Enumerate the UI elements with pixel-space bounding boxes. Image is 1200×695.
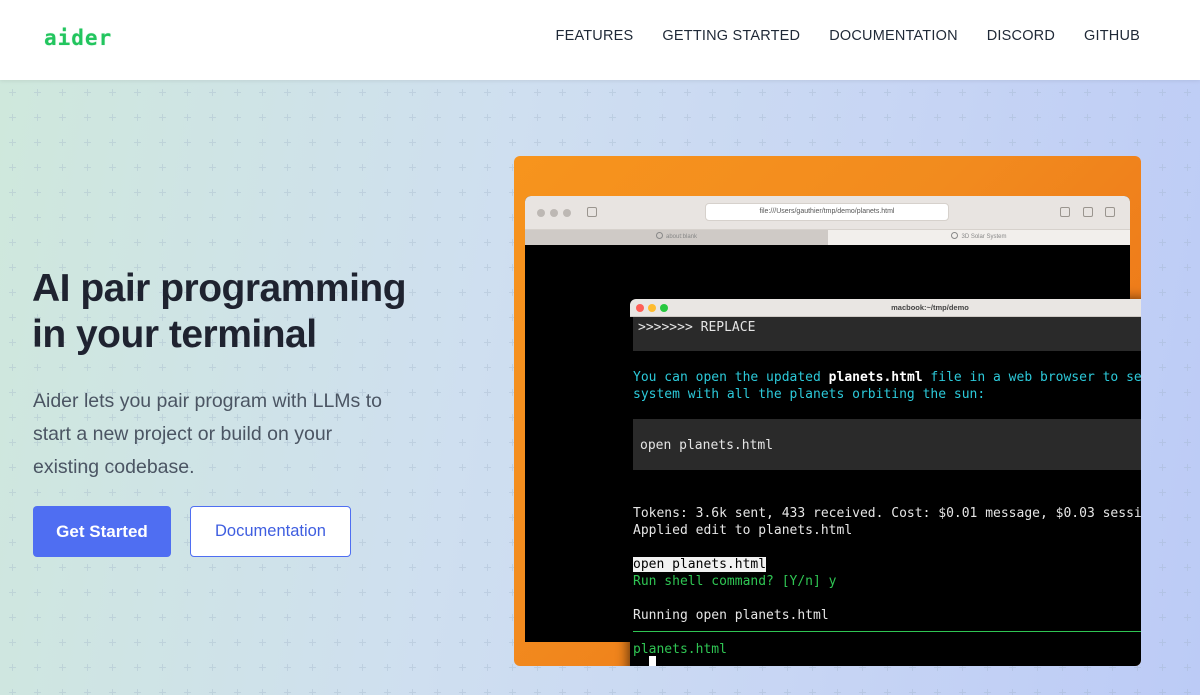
terminal-line: Run shell command? [Y/n] y bbox=[633, 574, 837, 589]
terminal-title: macbook:~/tmp/demo bbox=[891, 303, 969, 312]
divider bbox=[633, 631, 1141, 632]
demo-video-screenshot[interactable]: file:///Users/gauthier/tmp/demo/planets.… bbox=[514, 156, 1141, 666]
headline-line-2: in your terminal bbox=[32, 313, 317, 356]
hero-section: AI pair programming in your terminal Aid… bbox=[0, 80, 1200, 695]
top-navbar: aider FEATURES GETTING STARTED DOCUMENTA… bbox=[0, 0, 1200, 80]
terminal-window: macbook:~/tmp/demo >>>>>>> REPLACE You c… bbox=[630, 299, 1141, 666]
terminal-output: >>>>>>> REPLACE You can open the updated… bbox=[633, 317, 1141, 666]
headline-line-1: AI pair programming bbox=[32, 267, 407, 310]
terminal-line: >>>>>>> REPLACE bbox=[638, 320, 756, 335]
browser-tab-blank: about:blank bbox=[525, 230, 828, 245]
terminal-line: Running open planets.html bbox=[633, 608, 829, 623]
share-icon bbox=[1060, 207, 1070, 217]
browser-tab-solar-system: 3D Solar System bbox=[828, 230, 1130, 245]
terminal-line: You can open the updated planets.html fi… bbox=[633, 369, 1141, 386]
hero-description: Aider lets you pair program with LLMs to… bbox=[33, 390, 382, 478]
text-span: file in a web browser to see bbox=[922, 370, 1141, 385]
tab-label: 3D Solar System bbox=[961, 234, 1007, 240]
text-span: open planets.html bbox=[633, 557, 767, 572]
documentation-button[interactable]: Documentation bbox=[190, 506, 351, 557]
terminal-line bbox=[649, 656, 656, 666]
terminal-line: open planets.html bbox=[640, 438, 774, 453]
browser-toolbar: file:///Users/gauthier/tmp/demo/planets.… bbox=[525, 196, 1130, 230]
terminal-line: Applied edit to planets.html bbox=[633, 523, 853, 538]
browser-tabs: about:blank 3D Solar System bbox=[525, 230, 1130, 245]
tabs-overview-icon bbox=[1105, 207, 1115, 217]
window-control-icon bbox=[537, 209, 545, 217]
new-tab-icon bbox=[1083, 207, 1093, 217]
sidebar-icon bbox=[587, 207, 597, 217]
text-span: planets.html bbox=[828, 370, 923, 385]
terminal-line: Tokens: 3.6k sent, 433 received. Cost: $… bbox=[633, 506, 1141, 521]
nav-features[interactable]: FEATURES bbox=[556, 28, 634, 44]
aider-logo[interactable]: aider bbox=[44, 26, 112, 50]
hero-headline: AI pair programming in your terminal bbox=[32, 266, 452, 358]
terminal-line: system with all the planets orbiting the… bbox=[633, 387, 986, 402]
tab-icon bbox=[655, 232, 663, 239]
nav-discord[interactable]: DISCORD bbox=[987, 28, 1055, 44]
get-started-button[interactable]: Get Started bbox=[33, 506, 171, 557]
terminal-titlebar: macbook:~/tmp/demo bbox=[630, 299, 1141, 317]
terminal-line: planets.html bbox=[633, 642, 727, 657]
nav-documentation[interactable]: DOCUMENTATION bbox=[829, 28, 958, 44]
tab-label: about:blank bbox=[665, 234, 698, 240]
terminal-line: open planets.html bbox=[633, 556, 767, 573]
nav-getting-started[interactable]: GETTING STARTED bbox=[662, 28, 800, 44]
window-control-icon bbox=[550, 209, 558, 217]
browser-address-bar: file:///Users/gauthier/tmp/demo/planets.… bbox=[705, 203, 949, 221]
text-span: You can open the updated bbox=[633, 370, 829, 385]
nav-github[interactable]: GITHUB bbox=[1084, 28, 1140, 44]
terminal-cursor bbox=[649, 656, 656, 666]
tab-icon bbox=[951, 232, 959, 239]
window-control-icon bbox=[563, 209, 571, 217]
main-nav: FEATURES GETTING STARTED DOCUMENTATION D… bbox=[556, 28, 1140, 44]
